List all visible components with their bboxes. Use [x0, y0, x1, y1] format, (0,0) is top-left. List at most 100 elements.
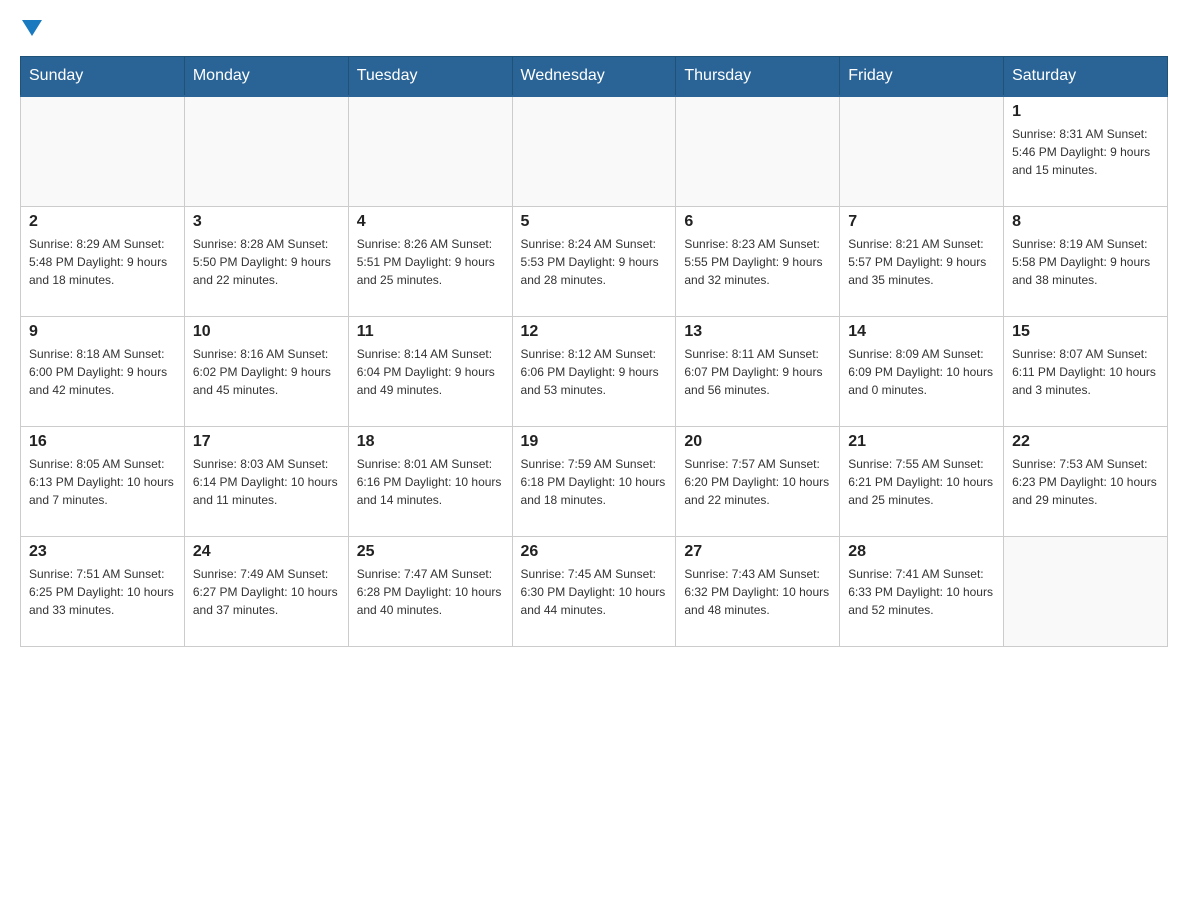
day-info: Sunrise: 8:11 AM Sunset: 6:07 PM Dayligh… [684, 345, 831, 399]
day-info: Sunrise: 8:14 AM Sunset: 6:04 PM Dayligh… [357, 345, 504, 399]
day-info: Sunrise: 8:28 AM Sunset: 5:50 PM Dayligh… [193, 235, 340, 289]
calendar-cell: 3 Sunrise: 8:28 AM Sunset: 5:50 PM Daylig… [184, 206, 348, 316]
day-info: Sunrise: 8:07 AM Sunset: 6:11 PM Dayligh… [1012, 345, 1159, 399]
day-info: Sunrise: 8:12 AM Sunset: 6:06 PM Dayligh… [521, 345, 668, 399]
day-info: Sunrise: 8:16 AM Sunset: 6:02 PM Dayligh… [193, 345, 340, 399]
day-number: 24 [193, 543, 340, 561]
calendar-cell: 24 Sunrise: 7:49 AM Sunset: 6:27 PM Dayli… [184, 536, 348, 646]
day-info: Sunrise: 8:19 AM Sunset: 5:58 PM Dayligh… [1012, 235, 1159, 289]
calendar-cell: 28 Sunrise: 7:41 AM Sunset: 6:33 PM Dayli… [840, 536, 1004, 646]
day-info: Sunrise: 8:03 AM Sunset: 6:14 PM Dayligh… [193, 455, 340, 509]
calendar-table: SundayMondayTuesdayWednesdayThursdayFrid… [20, 56, 1168, 647]
calendar-cell: 5Sunrise: 8:24 AM Sunset: 5:53 PM Daylig… [512, 206, 676, 316]
column-header-sunday: Sunday [21, 57, 185, 97]
calendar-cell: 27 Sunrise: 7:43 AM Sunset: 6:32 PM Dayli… [676, 536, 840, 646]
day-number: 27 [684, 543, 831, 561]
day-number: 10 [193, 323, 340, 341]
day-number: 22 [1012, 433, 1159, 451]
week-row-3: 9Sunrise: 8:18 AM Sunset: 6:00 PM Daylig… [21, 316, 1168, 426]
day-number: 21 [848, 433, 995, 451]
day-number: 15 [1012, 323, 1159, 341]
day-info: Sunrise: 7:59 AM Sunset: 6:18 PM Dayligh… [521, 455, 668, 509]
day-info: Sunrise: 8:31 AM Sunset: 5:46 PM Dayligh… [1012, 125, 1159, 179]
day-info: Sunrise: 7:43 AM Sunset: 6:32 PM Dayligh… [684, 565, 831, 619]
day-number: 3 [193, 213, 340, 231]
calendar-cell: 16Sunrise: 8:05 AM Sunset: 6:13 PM Dayli… [21, 426, 185, 536]
calendar-cell [1004, 536, 1168, 646]
calendar-cell: 19 Sunrise: 7:59 AM Sunset: 6:18 PM Dayli… [512, 426, 676, 536]
day-number: 28 [848, 543, 995, 561]
day-number: 17 [193, 433, 340, 451]
day-info: Sunrise: 7:51 AM Sunset: 6:25 PM Dayligh… [29, 565, 176, 619]
calendar-cell: 14 Sunrise: 8:09 AM Sunset: 6:09 PM Dayli… [840, 316, 1004, 426]
calendar-cell: 7 Sunrise: 8:21 AM Sunset: 5:57 PM Daylig… [840, 206, 1004, 316]
day-number: 16 [29, 433, 176, 451]
day-info: Sunrise: 8:09 AM Sunset: 6:09 PM Dayligh… [848, 345, 995, 399]
calendar-cell: 11 Sunrise: 8:14 AM Sunset: 6:04 PM Dayli… [348, 316, 512, 426]
day-number: 14 [848, 323, 995, 341]
day-info: Sunrise: 8:23 AM Sunset: 5:55 PM Dayligh… [684, 235, 831, 289]
week-row-2: 2 Sunrise: 8:29 AM Sunset: 5:48 PM Daylig… [21, 206, 1168, 316]
calendar-cell: 9Sunrise: 8:18 AM Sunset: 6:00 PM Daylig… [21, 316, 185, 426]
column-header-monday: Monday [184, 57, 348, 97]
calendar-cell: 10 Sunrise: 8:16 AM Sunset: 6:02 PM Dayli… [184, 316, 348, 426]
calendar-cell [676, 96, 840, 206]
day-number: 6 [684, 213, 831, 231]
day-info: Sunrise: 8:29 AM Sunset: 5:48 PM Dayligh… [29, 235, 176, 289]
calendar-cell [348, 96, 512, 206]
header-row: SundayMondayTuesdayWednesdayThursdayFrid… [21, 57, 1168, 97]
calendar-cell: 13 Sunrise: 8:11 AM Sunset: 6:07 PM Dayli… [676, 316, 840, 426]
calendar-cell: 18Sunrise: 8:01 AM Sunset: 6:16 PM Dayli… [348, 426, 512, 536]
day-number: 11 [357, 323, 504, 341]
calendar-cell: 12 Sunrise: 8:12 AM Sunset: 6:06 PM Dayli… [512, 316, 676, 426]
column-header-tuesday: Tuesday [348, 57, 512, 97]
calendar-cell [840, 96, 1004, 206]
calendar-cell: 17 Sunrise: 8:03 AM Sunset: 6:14 PM Dayli… [184, 426, 348, 536]
calendar-cell: 4 Sunrise: 8:26 AM Sunset: 5:51 PM Daylig… [348, 206, 512, 316]
day-number: 12 [521, 323, 668, 341]
day-number: 4 [357, 213, 504, 231]
calendar-cell [21, 96, 185, 206]
day-number: 23 [29, 543, 176, 561]
day-number: 20 [684, 433, 831, 451]
day-info: Sunrise: 8:18 AM Sunset: 6:00 PM Dayligh… [29, 345, 176, 399]
day-info: Sunrise: 8:21 AM Sunset: 5:57 PM Dayligh… [848, 235, 995, 289]
day-number: 26 [521, 543, 668, 561]
logo-triangle-icon [22, 20, 42, 36]
calendar-cell: 21Sunrise: 7:55 AM Sunset: 6:21 PM Dayli… [840, 426, 1004, 536]
calendar-cell: 20 Sunrise: 7:57 AM Sunset: 6:20 PM Dayli… [676, 426, 840, 536]
day-info: Sunrise: 7:45 AM Sunset: 6:30 PM Dayligh… [521, 565, 668, 619]
column-header-friday: Friday [840, 57, 1004, 97]
day-info: Sunrise: 7:41 AM Sunset: 6:33 PM Dayligh… [848, 565, 995, 619]
day-number: 1 [1012, 103, 1159, 121]
day-info: Sunrise: 7:53 AM Sunset: 6:23 PM Dayligh… [1012, 455, 1159, 509]
day-number: 19 [521, 433, 668, 451]
calendar-cell: 25 Sunrise: 7:47 AM Sunset: 6:28 PM Dayli… [348, 536, 512, 646]
calendar-cell: 22 Sunrise: 7:53 AM Sunset: 6:23 PM Dayli… [1004, 426, 1168, 536]
page-header [20, 20, 1168, 36]
calendar-cell [512, 96, 676, 206]
week-row-1: 1 Sunrise: 8:31 AM Sunset: 5:46 PM Daylig… [21, 96, 1168, 206]
calendar-cell: 6 Sunrise: 8:23 AM Sunset: 5:55 PM Daylig… [676, 206, 840, 316]
column-header-thursday: Thursday [676, 57, 840, 97]
day-number: 2 [29, 213, 176, 231]
week-row-5: 23 Sunrise: 7:51 AM Sunset: 6:25 PM Dayli… [21, 536, 1168, 646]
column-header-wednesday: Wednesday [512, 57, 676, 97]
day-number: 13 [684, 323, 831, 341]
day-number: 7 [848, 213, 995, 231]
day-number: 25 [357, 543, 504, 561]
day-info: Sunrise: 7:49 AM Sunset: 6:27 PM Dayligh… [193, 565, 340, 619]
day-info: Sunrise: 7:57 AM Sunset: 6:20 PM Dayligh… [684, 455, 831, 509]
day-info: Sunrise: 7:47 AM Sunset: 6:28 PM Dayligh… [357, 565, 504, 619]
day-info: Sunrise: 8:26 AM Sunset: 5:51 PM Dayligh… [357, 235, 504, 289]
calendar-cell: 23 Sunrise: 7:51 AM Sunset: 6:25 PM Dayli… [21, 536, 185, 646]
calendar-cell: 8 Sunrise: 8:19 AM Sunset: 5:58 PM Daylig… [1004, 206, 1168, 316]
logo [20, 20, 42, 36]
day-number: 5 [521, 213, 668, 231]
calendar-cell: 1 Sunrise: 8:31 AM Sunset: 5:46 PM Daylig… [1004, 96, 1168, 206]
calendar-cell: 15 Sunrise: 8:07 AM Sunset: 6:11 PM Dayli… [1004, 316, 1168, 426]
calendar-cell [184, 96, 348, 206]
day-number: 8 [1012, 213, 1159, 231]
calendar-cell: 2 Sunrise: 8:29 AM Sunset: 5:48 PM Daylig… [21, 206, 185, 316]
week-row-4: 16Sunrise: 8:05 AM Sunset: 6:13 PM Dayli… [21, 426, 1168, 536]
